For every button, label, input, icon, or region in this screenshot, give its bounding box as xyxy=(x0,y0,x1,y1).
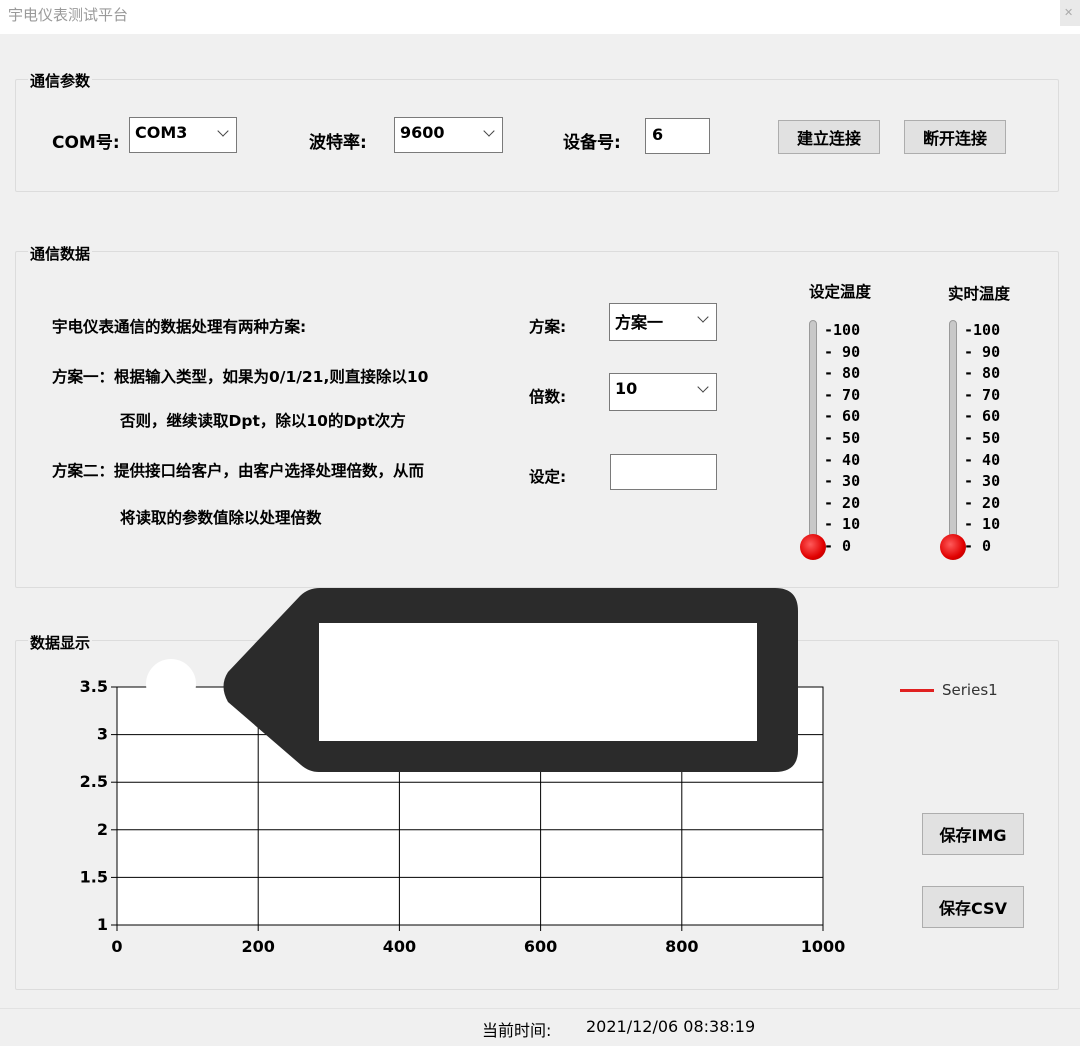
scale-tick: - 60 xyxy=(964,407,1001,426)
y-tick-label: 1 xyxy=(97,915,108,934)
scheme-select-value: 方案一 xyxy=(615,313,664,332)
set-input[interactable] xyxy=(610,454,717,490)
scale-tick: - 90 xyxy=(824,342,861,361)
scale-tick: -100 xyxy=(964,321,1001,339)
scheme-select[interactable]: 方案一 xyxy=(609,303,717,341)
pointer-circle xyxy=(146,659,196,709)
data-display-title: 数据显示 xyxy=(28,632,93,653)
com-select[interactable]: COM3 xyxy=(129,117,237,153)
scale-tick: - 20 xyxy=(824,493,861,512)
scale-tick: - 20 xyxy=(964,493,1001,512)
close-icon: ✕ xyxy=(1064,6,1074,19)
scale-tick: - 0 xyxy=(964,536,992,555)
legend-label: Series1 xyxy=(942,681,998,699)
scale-tick: - 80 xyxy=(824,364,861,383)
scale-tick: - 50 xyxy=(824,428,861,447)
device-input[interactable]: 6 xyxy=(645,118,710,154)
disconnect-button[interactable]: 断开连接 xyxy=(904,120,1006,154)
x-tick-label: 600 xyxy=(524,937,557,956)
scale-tick: - 80 xyxy=(964,364,1001,383)
y-tick-label: 3.5 xyxy=(80,677,108,696)
comm-data-title: 通信数据 xyxy=(28,243,93,264)
baud-select-value: 9600 xyxy=(400,123,445,142)
scale-tick: - 30 xyxy=(964,472,1001,491)
y-tick-label: 3 xyxy=(97,725,108,744)
scale-tick: -100 xyxy=(824,321,861,339)
time-value: 2021/12/06 08:38:19 xyxy=(586,1017,756,1036)
title-bar xyxy=(0,0,1080,34)
device-input-value: 6 xyxy=(652,125,664,144)
scale-tick: - 40 xyxy=(824,450,861,469)
baud-label: 波特率: xyxy=(309,133,367,153)
save-img-button[interactable]: 保存IMG xyxy=(922,813,1024,855)
scale-tick: - 60 xyxy=(824,407,861,426)
scale-tick: - 70 xyxy=(964,385,1001,404)
real-temp-title: 实时温度 xyxy=(948,285,1011,303)
multiplier-label: 倍数: xyxy=(529,388,567,406)
device-label: 设备号: xyxy=(563,133,621,153)
scale-tick: - 10 xyxy=(824,515,861,534)
desc-line-5: 将读取的参数值除以处理倍数 xyxy=(120,509,322,527)
y-tick-label: 2 xyxy=(97,820,108,839)
set-temp-tube xyxy=(809,320,817,538)
desc-line-3: 否则，继续读取Dpt，除以10的Dpt次方 xyxy=(120,412,406,430)
chevron-down-icon xyxy=(483,125,495,137)
x-tick-label: 800 xyxy=(665,937,698,956)
set-temp-bulb xyxy=(800,534,826,560)
window-title: 宇电仪表测试平台 xyxy=(8,6,129,24)
set-label: 设定: xyxy=(529,468,567,486)
set-temp-scale: -100 - 90 - 80 - 70 - 60 - 50 - 40 - 30 - 20 - 10… xyxy=(824,320,860,558)
x-tick-label: 400 xyxy=(383,937,416,956)
real-temp-tube xyxy=(949,320,957,538)
scale-tick: - 90 xyxy=(964,342,1001,361)
baud-select[interactable]: 9600 xyxy=(394,117,503,153)
desc-line-4: 方案二：提供接口给客户，由客户选择处理倍数，从而 xyxy=(52,462,425,480)
scheme-label: 方案: xyxy=(529,318,567,336)
real-temp-scale: -100 - 90 - 80 - 70 - 60 - 50 - 40 - 30 - 20 - 10… xyxy=(964,320,1000,558)
y-tick-label: 1.5 xyxy=(80,867,108,886)
scale-tick: - 40 xyxy=(964,450,1001,469)
legend-swatch xyxy=(900,689,934,692)
scale-tick: - 50 xyxy=(964,428,1001,447)
chevron-down-icon xyxy=(697,381,709,393)
chevron-down-icon xyxy=(697,311,709,323)
multiplier-select[interactable]: 10 xyxy=(609,373,717,411)
desc-line-2: 方案一：根据输入类型，如果为0/1/21,则直接除以10 xyxy=(52,368,429,386)
scale-tick: - 30 xyxy=(824,472,861,491)
multiplier-select-value: 10 xyxy=(615,379,638,398)
com-select-value: COM3 xyxy=(135,123,188,142)
real-temp-bulb xyxy=(940,534,966,560)
connect-button[interactable]: 建立连接 xyxy=(778,120,880,154)
y-tick-label: 2.5 xyxy=(80,772,108,791)
time-label: 当前时间: xyxy=(482,1021,552,1040)
x-tick-label: 1000 xyxy=(801,937,846,956)
scale-tick: - 10 xyxy=(964,515,1001,534)
save-csv-button[interactable]: 保存CSV xyxy=(922,886,1024,928)
set-temp-title: 设定温度 xyxy=(809,283,872,301)
scale-tick: - 70 xyxy=(824,385,861,404)
scale-tick: - 0 xyxy=(824,536,852,555)
desc-line-1: 宇电仪表通信的数据处理有两种方案: xyxy=(52,318,307,336)
com-label: COM号: xyxy=(52,133,120,153)
annotation-callout xyxy=(223,588,798,772)
comm-params-title: 通信参数 xyxy=(28,70,93,91)
x-tick-label: 200 xyxy=(241,937,274,956)
x-tick-label: 0 xyxy=(111,937,122,956)
chevron-down-icon xyxy=(217,125,229,137)
